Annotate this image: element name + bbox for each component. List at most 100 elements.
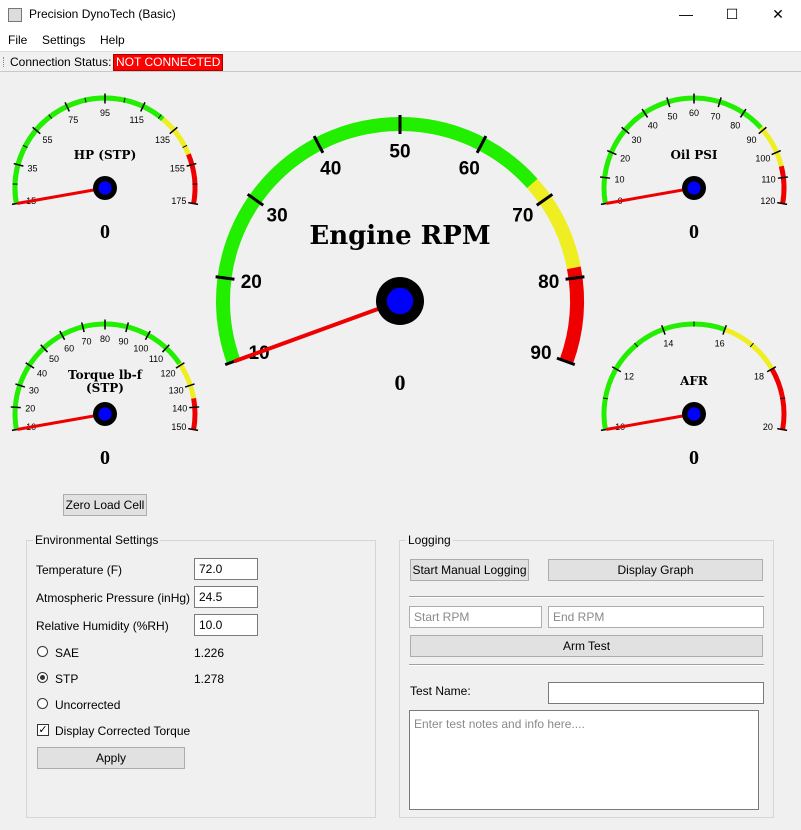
- menu-bar: File Settings Help: [0, 29, 801, 51]
- arm-test-button[interactable]: Arm Test: [410, 635, 763, 657]
- afr-tick: [777, 427, 788, 432]
- oil-tick-label: 100: [755, 153, 770, 163]
- sae-radio[interactable]: [37, 646, 48, 657]
- oil-tick: [777, 201, 788, 206]
- torque-tick-label: 30: [29, 385, 39, 395]
- humidity-label: Relative Humidity (%RH): [36, 619, 169, 633]
- torque-gauge: 102030405060708090100110120130140150Torq…: [10, 319, 200, 469]
- oil-tick: [777, 176, 788, 179]
- torque-tick-label: 110: [149, 354, 163, 364]
- torque-tick-label: 60: [64, 343, 74, 353]
- oil-tick-label: 80: [730, 120, 740, 130]
- connection-status-label: Connection Status:: [10, 55, 112, 69]
- rpm-band-1: [527, 178, 581, 270]
- hp-tick-label: 35: [28, 164, 38, 174]
- temperature-label: Temperature (F): [36, 563, 123, 577]
- oil-band-2: [778, 165, 787, 205]
- oil-tick-label: 30: [632, 135, 642, 145]
- apply-button[interactable]: Apply: [37, 747, 185, 769]
- hp-title: HP (STP): [74, 148, 137, 162]
- hp-gauge: 1535557595115135155175HP (STP)0: [11, 93, 199, 243]
- torque-tick-label: 50: [49, 354, 59, 364]
- start-manual-logging-button[interactable]: Start Manual Logging: [410, 559, 529, 581]
- test-name-label: Test Name:: [410, 684, 471, 698]
- oil-tick-label: 10: [614, 174, 624, 184]
- oil-tick-label: 40: [648, 120, 658, 130]
- test-name-input[interactable]: [548, 682, 764, 704]
- torque-title: Torque lb-f: [68, 368, 143, 382]
- hp-tick-label: 135: [155, 135, 170, 145]
- torque-tick-label: 40: [37, 368, 47, 378]
- rpm-hub: [386, 287, 414, 315]
- torque-tick: [10, 406, 21, 409]
- torque-tick-label: 20: [25, 404, 35, 414]
- afr-band-1: [723, 327, 775, 371]
- rpm-title: Engine RPM: [309, 221, 490, 251]
- torque-tick-label: 70: [81, 336, 91, 346]
- menu-help[interactable]: Help: [100, 33, 125, 47]
- start-rpm-input[interactable]: Start RPM: [409, 606, 542, 628]
- sae-factor: 1.226: [194, 646, 225, 660]
- rpm-readout: 0: [395, 370, 406, 395]
- stp-factor: 1.278: [194, 672, 225, 686]
- connection-status-badge: NOT CONNECTED: [113, 54, 224, 71]
- sae-label: SAE: [55, 646, 80, 660]
- torque-tick: [189, 406, 200, 409]
- uncorrected-radio[interactable]: [37, 698, 48, 709]
- test-notes-textarea[interactable]: Enter test notes and info here....: [409, 710, 759, 810]
- rpm-gauge: 102030405060708090Engine RPM0: [215, 115, 585, 395]
- app-icon: [8, 8, 22, 22]
- hp-tick-label: 175: [171, 196, 186, 206]
- hp-tick-label: 155: [170, 164, 185, 174]
- afr-hub: [687, 407, 701, 421]
- oil-tick: [600, 176, 611, 179]
- stp-radio[interactable]: [37, 672, 48, 683]
- afr-tick-label: 12: [624, 372, 634, 382]
- rpm-tick-label: 30: [267, 206, 288, 227]
- maximize-icon[interactable]: ☐: [709, 0, 755, 29]
- oil-tick-label: 110: [761, 174, 775, 184]
- oil-tick-label: 70: [711, 111, 721, 121]
- end-rpm-input[interactable]: End RPM: [548, 606, 764, 628]
- environmental-settings-title: Environmental Settings: [33, 533, 161, 547]
- hp-tick-label: 95: [100, 108, 110, 118]
- pressure-input[interactable]: 24.5: [194, 586, 258, 608]
- rpm-needle: [233, 299, 402, 363]
- toolbar-grip[interactable]: [3, 57, 6, 67]
- afr-title: AFR: [679, 374, 709, 388]
- oil-tick-label: 120: [760, 196, 775, 206]
- temperature-input[interactable]: 72.0: [194, 558, 258, 580]
- oil-hub: [687, 181, 701, 195]
- torque-tick-label: 90: [118, 336, 128, 346]
- humidity-input[interactable]: 10.0: [194, 614, 258, 636]
- torque-hub: [98, 407, 112, 421]
- zero-load-cell-button[interactable]: Zero Load Cell: [63, 494, 147, 516]
- hp-tick-label: 55: [43, 135, 53, 145]
- hp-tick: [188, 201, 199, 206]
- rpm-band-2: [559, 266, 584, 364]
- window-title: Precision DynoTech (Basic): [29, 7, 176, 21]
- rpm-tick-label: 60: [459, 159, 480, 180]
- afr-readout: 0: [689, 447, 699, 469]
- minimize-icon[interactable]: —: [663, 0, 709, 29]
- logging-separator: [409, 596, 764, 598]
- hp-tick-label: 75: [68, 115, 78, 125]
- torque-tick-label: 140: [172, 404, 187, 414]
- display-corrected-torque-label: Display Corrected Torque: [55, 724, 191, 738]
- afr-tick-label: 14: [663, 339, 673, 349]
- afr-gauge: 101214161820AFR0: [600, 321, 788, 469]
- display-graph-button[interactable]: Display Graph: [548, 559, 763, 581]
- display-corrected-torque-checkbox[interactable]: ✓: [37, 724, 49, 736]
- uncorrected-label: Uncorrected: [55, 698, 121, 712]
- oil-pressure-gauge: 0102030405060708090100110120Oil PSI0: [600, 93, 788, 243]
- menu-file[interactable]: File: [8, 33, 27, 47]
- rpm-tick-label: 50: [389, 142, 410, 163]
- menu-settings[interactable]: Settings: [42, 33, 85, 47]
- torque-tick-label: 80: [100, 334, 110, 344]
- torque-tick-label: 120: [160, 368, 175, 378]
- torque-tick-label: 100: [133, 343, 148, 353]
- close-icon[interactable]: ✕: [755, 0, 801, 29]
- status-toolbar: Connection Status: NOT CONNECTED: [0, 51, 801, 72]
- title-bar: Precision DynoTech (Basic) — ☐ ✕: [0, 0, 801, 29]
- hp-tick-label: 115: [130, 115, 144, 125]
